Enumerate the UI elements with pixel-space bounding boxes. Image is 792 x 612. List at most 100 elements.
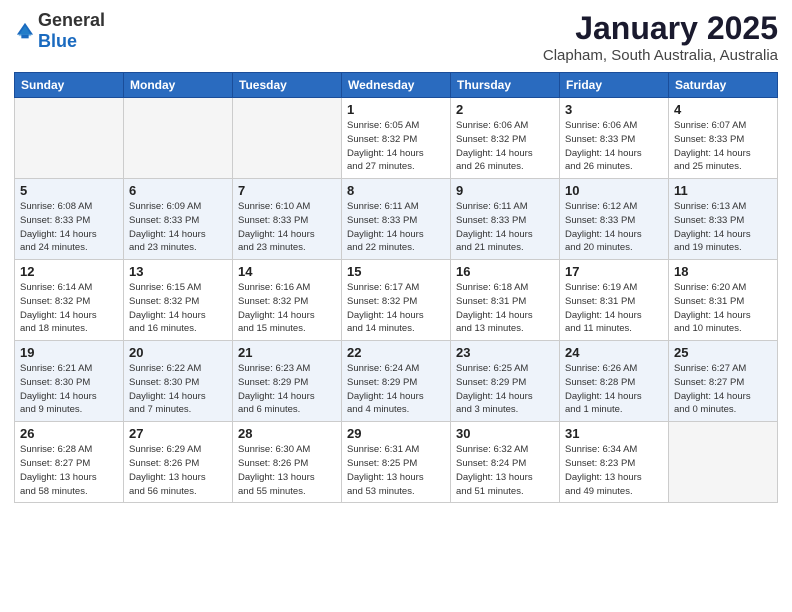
day-number: 3: [565, 102, 663, 117]
day-info: Sunrise: 6:11 AM Sunset: 8:33 PM Dayligh…: [347, 200, 445, 255]
week-row-1: 1 Sunrise: 6:05 AM Sunset: 8:32 PM Daylig…: [15, 98, 778, 179]
day-number: 4: [674, 102, 772, 117]
day-cell: [669, 422, 778, 503]
day-number: 16: [456, 264, 554, 279]
day-info: Sunrise: 6:31 AM Sunset: 8:25 PM Dayligh…: [347, 443, 445, 498]
day-cell: 6Sunrise: 6:09 AM Sunset: 8:33 PM Daylig…: [124, 179, 233, 260]
day-info: Sunrise: 6:30 AM Sunset: 8:26 PM Dayligh…: [238, 443, 336, 498]
day-info: Sunrise: 6:17 AM Sunset: 8:32 PM Dayligh…: [347, 281, 445, 336]
day-cell: 5 Sunrise: 6:08 AM Sunset: 8:33 PM Daylig…: [15, 179, 124, 260]
day-info: Sunrise: 6:12 AM Sunset: 8:33 PM Dayligh…: [565, 200, 663, 255]
day-number: 15: [347, 264, 445, 279]
month-title: January 2025: [543, 10, 778, 47]
weekday-header-monday: Monday: [124, 73, 233, 98]
day-cell: 19Sunrise: 6:21 AM Sunset: 8:30 PM Dayli…: [15, 341, 124, 422]
day-number: 25: [674, 345, 772, 360]
day-info: Sunrise: 6:05 AM Sunset: 8:32 PM Dayligh…: [347, 119, 445, 174]
day-info: Sunrise: 6:10 AM Sunset: 8:33 PM Dayligh…: [238, 200, 336, 255]
day-cell: 12Sunrise: 6:14 AM Sunset: 8:32 PM Dayli…: [15, 260, 124, 341]
day-number: 9: [456, 183, 554, 198]
day-number: 19: [20, 345, 118, 360]
weekday-header-wednesday: Wednesday: [342, 73, 451, 98]
day-info: Sunrise: 6:06 AM Sunset: 8:32 PM Dayligh…: [456, 119, 554, 174]
day-cell: 25Sunrise: 6:27 AM Sunset: 8:27 PM Dayli…: [669, 341, 778, 422]
day-cell: 29 Sunrise: 6:31 AM Sunset: 8:25 PM Dayli…: [342, 422, 451, 503]
day-number: 12: [20, 264, 118, 279]
day-info: Sunrise: 6:18 AM Sunset: 8:31 PM Dayligh…: [456, 281, 554, 336]
logo: General Blue: [14, 10, 105, 52]
day-number: 24: [565, 345, 663, 360]
day-cell: 14 Sunrise: 6:16 AM Sunset: 8:32 PM Dayli…: [233, 260, 342, 341]
weekday-header-friday: Friday: [560, 73, 669, 98]
day-cell: [233, 98, 342, 179]
day-info: Sunrise: 6:24 AM Sunset: 8:29 PM Dayligh…: [347, 362, 445, 417]
week-row-5: 26 Sunrise: 6:28 AM Sunset: 8:27 PM Dayli…: [15, 422, 778, 503]
day-number: 13: [129, 264, 227, 279]
day-cell: 27Sunrise: 6:29 AM Sunset: 8:26 PM Dayli…: [124, 422, 233, 503]
weekday-header-row: SundayMondayTuesdayWednesdayThursdayFrid…: [15, 73, 778, 98]
day-cell: 8Sunrise: 6:11 AM Sunset: 8:33 PM Daylig…: [342, 179, 451, 260]
day-info: Sunrise: 6:26 AM Sunset: 8:28 PM Dayligh…: [565, 362, 663, 417]
day-info: Sunrise: 6:25 AM Sunset: 8:29 PM Dayligh…: [456, 362, 554, 417]
day-number: 14: [238, 264, 336, 279]
day-info: Sunrise: 6:28 AM Sunset: 8:27 PM Dayligh…: [20, 443, 118, 498]
logo-blue: Blue: [38, 31, 77, 51]
day-number: 2: [456, 102, 554, 117]
day-number: 1: [347, 102, 445, 117]
week-row-2: 5 Sunrise: 6:08 AM Sunset: 8:33 PM Daylig…: [15, 179, 778, 260]
day-cell: 24 Sunrise: 6:26 AM Sunset: 8:28 PM Dayli…: [560, 341, 669, 422]
day-info: Sunrise: 6:16 AM Sunset: 8:32 PM Dayligh…: [238, 281, 336, 336]
day-number: 5: [20, 183, 118, 198]
day-cell: 9 Sunrise: 6:11 AM Sunset: 8:33 PM Daylig…: [451, 179, 560, 260]
day-cell: 11 Sunrise: 6:13 AM Sunset: 8:33 PM Dayli…: [669, 179, 778, 260]
day-cell: 31 Sunrise: 6:34 AM Sunset: 8:23 PM Dayli…: [560, 422, 669, 503]
day-cell: 23 Sunrise: 6:25 AM Sunset: 8:29 PM Dayli…: [451, 341, 560, 422]
day-cell: 17Sunrise: 6:19 AM Sunset: 8:31 PM Dayli…: [560, 260, 669, 341]
day-cell: 1 Sunrise: 6:05 AM Sunset: 8:32 PM Daylig…: [342, 98, 451, 179]
day-cell: [15, 98, 124, 179]
day-number: 31: [565, 426, 663, 441]
day-info: Sunrise: 6:20 AM Sunset: 8:31 PM Dayligh…: [674, 281, 772, 336]
day-cell: 16 Sunrise: 6:18 AM Sunset: 8:31 PM Dayli…: [451, 260, 560, 341]
logo-general: General: [38, 10, 105, 30]
day-number: 7: [238, 183, 336, 198]
week-row-4: 19Sunrise: 6:21 AM Sunset: 8:30 PM Dayli…: [15, 341, 778, 422]
day-cell: 26 Sunrise: 6:28 AM Sunset: 8:27 PM Dayli…: [15, 422, 124, 503]
day-number: 29: [347, 426, 445, 441]
day-cell: 18 Sunrise: 6:20 AM Sunset: 8:31 PM Dayli…: [669, 260, 778, 341]
day-number: 21: [238, 345, 336, 360]
day-cell: 28Sunrise: 6:30 AM Sunset: 8:26 PM Dayli…: [233, 422, 342, 503]
day-number: 20: [129, 345, 227, 360]
day-info: Sunrise: 6:32 AM Sunset: 8:24 PM Dayligh…: [456, 443, 554, 498]
weekday-header-tuesday: Tuesday: [233, 73, 342, 98]
day-number: 11: [674, 183, 772, 198]
day-cell: 30 Sunrise: 6:32 AM Sunset: 8:24 PM Dayli…: [451, 422, 560, 503]
day-cell: 7 Sunrise: 6:10 AM Sunset: 8:33 PM Daylig…: [233, 179, 342, 260]
day-number: 22: [347, 345, 445, 360]
day-info: Sunrise: 6:08 AM Sunset: 8:33 PM Dayligh…: [20, 200, 118, 255]
day-info: Sunrise: 6:22 AM Sunset: 8:30 PM Dayligh…: [129, 362, 227, 417]
weekday-header-saturday: Saturday: [669, 73, 778, 98]
calendar: SundayMondayTuesdayWednesdayThursdayFrid…: [14, 72, 778, 503]
week-row-3: 12Sunrise: 6:14 AM Sunset: 8:32 PM Dayli…: [15, 260, 778, 341]
day-cell: 20 Sunrise: 6:22 AM Sunset: 8:30 PM Dayli…: [124, 341, 233, 422]
day-info: Sunrise: 6:07 AM Sunset: 8:33 PM Dayligh…: [674, 119, 772, 174]
day-number: 30: [456, 426, 554, 441]
day-info: Sunrise: 6:34 AM Sunset: 8:23 PM Dayligh…: [565, 443, 663, 498]
day-info: Sunrise: 6:09 AM Sunset: 8:33 PM Dayligh…: [129, 200, 227, 255]
day-cell: 3Sunrise: 6:06 AM Sunset: 8:33 PM Daylig…: [560, 98, 669, 179]
day-cell: 22 Sunrise: 6:24 AM Sunset: 8:29 PM Dayli…: [342, 341, 451, 422]
day-info: Sunrise: 6:13 AM Sunset: 8:33 PM Dayligh…: [674, 200, 772, 255]
title-block: January 2025 Clapham, South Australia, A…: [543, 10, 778, 64]
location-title: Clapham, South Australia, Australia: [543, 47, 778, 64]
day-cell: 4 Sunrise: 6:07 AM Sunset: 8:33 PM Daylig…: [669, 98, 778, 179]
day-info: Sunrise: 6:11 AM Sunset: 8:33 PM Dayligh…: [456, 200, 554, 255]
day-number: 10: [565, 183, 663, 198]
day-number: 27: [129, 426, 227, 441]
day-cell: 10 Sunrise: 6:12 AM Sunset: 8:33 PM Dayli…: [560, 179, 669, 260]
day-number: 18: [674, 264, 772, 279]
day-number: 26: [20, 426, 118, 441]
weekday-header-thursday: Thursday: [451, 73, 560, 98]
day-number: 23: [456, 345, 554, 360]
day-number: 17: [565, 264, 663, 279]
